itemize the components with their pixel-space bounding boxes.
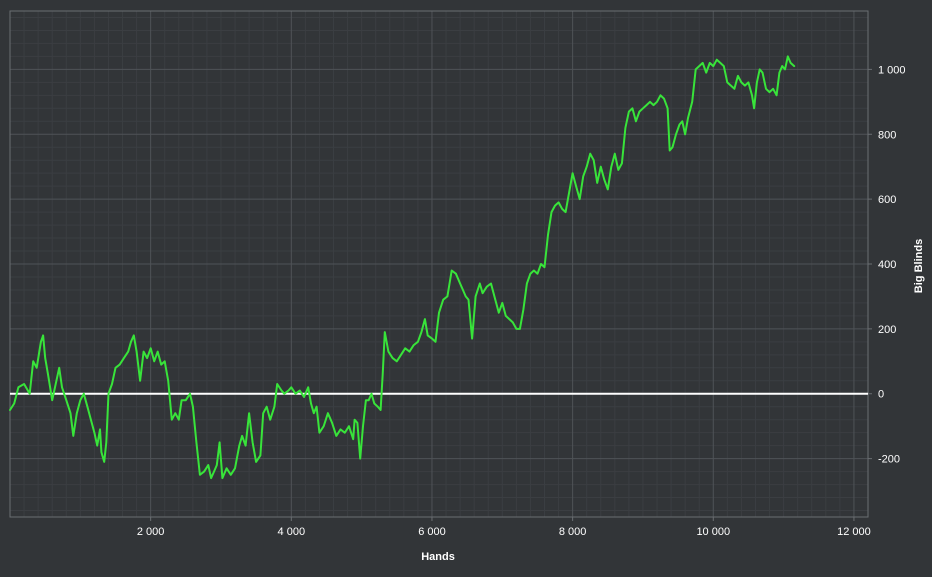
x-axis-label: Hands bbox=[421, 551, 455, 563]
x-tick-label: 4 000 bbox=[278, 526, 306, 538]
bankroll-line-chart: 2 000 4 000 6 000 8 000 10 000 12 000 -200 0 20… bbox=[9, 10, 925, 563]
y-tick-label: 400 bbox=[878, 259, 896, 271]
y-axis-label: Big Blinds bbox=[913, 239, 925, 293]
y-tick-label: 0 bbox=[878, 389, 884, 401]
x-tick-label: 2 000 bbox=[137, 526, 165, 538]
y-tick-label: 800 bbox=[878, 129, 896, 141]
x-tick-label: 8 000 bbox=[559, 526, 587, 538]
x-tick-label: 10 000 bbox=[696, 526, 730, 538]
x-tick-label: 6 000 bbox=[418, 526, 446, 538]
y-tick-labels: -200 0 200 400 600 800 1 000 bbox=[878, 64, 906, 465]
y-tick-label: 1 000 bbox=[878, 64, 906, 76]
x-tick-labels: 2 000 4 000 6 000 8 000 10 000 12 000 bbox=[137, 526, 871, 538]
chart-area: 2 000 4 000 6 000 8 000 10 000 12 000 -200 0 20… bbox=[0, 0, 932, 572]
series-line-0 bbox=[9, 55, 796, 480]
series-layer bbox=[9, 55, 796, 480]
y-tick-label: 200 bbox=[878, 324, 896, 336]
y-tick-label: 600 bbox=[878, 194, 896, 206]
plot-frame bbox=[9, 10, 872, 521]
major-gridlines bbox=[10, 11, 868, 517]
y-tick-label: -200 bbox=[878, 454, 900, 466]
x-tick-label: 12 000 bbox=[837, 526, 871, 538]
